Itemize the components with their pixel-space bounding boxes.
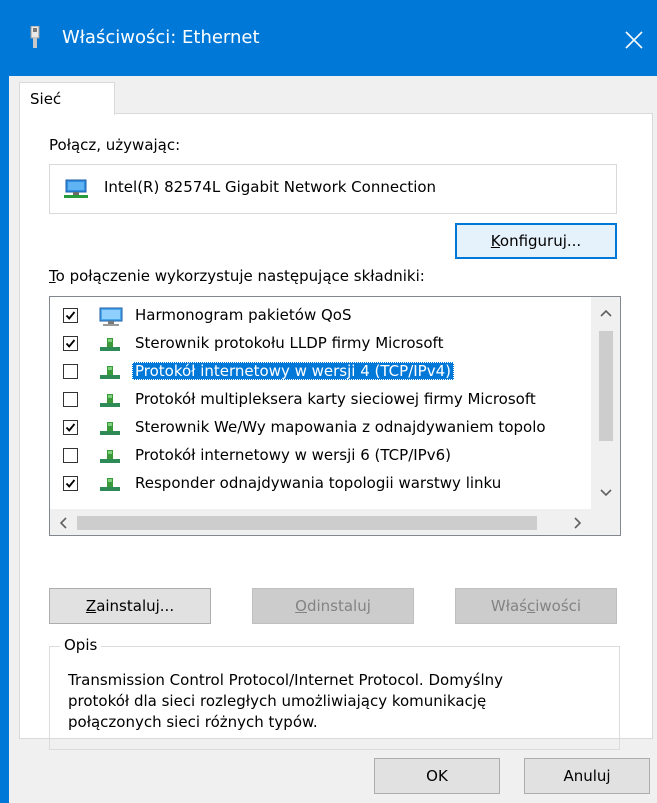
close-icon [625, 31, 643, 49]
tab-network[interactable]: Sieć [19, 82, 115, 115]
description-title: Opis [60, 636, 102, 654]
dialog-client: Sieć Połącz, używając: Intel(R) 82574L G… [9, 76, 657, 803]
window-title: Właściwości: Ethernet [62, 27, 260, 48]
component-checkbox[interactable] [63, 336, 78, 351]
window-border [0, 76, 9, 803]
adapter-box: Intel(R) 82574L Gigabit Network Connecti… [49, 164, 617, 214]
install-button[interactable]: Zainstaluj... [49, 588, 211, 624]
properties-button[interactable]: Właściwości [455, 588, 617, 624]
list-item[interactable]: Responder odnajdywania topologii warstwy… [50, 470, 590, 498]
component-checkbox[interactable] [63, 420, 78, 435]
list-item[interactable]: Sterownik protokołu LLDP firmy Microsoft [50, 330, 590, 358]
vertical-scrollbar[interactable] [591, 297, 620, 509]
adapter-name: Intel(R) 82574L Gigabit Network Connecti… [104, 178, 437, 196]
network-adapter-icon [64, 179, 88, 198]
list-item[interactable]: Protokół internetowy w wersji 4 (TCP/IPv… [50, 358, 590, 386]
component-label: Protokół internetowy w wersji 4 (TCP/IPv… [132, 362, 454, 380]
scroll-right-icon[interactable] [574, 517, 582, 529]
horizontal-scrollbar[interactable] [50, 509, 620, 535]
description-group: Opis Transmission Control Protocol/Inter… [49, 636, 620, 750]
component-checkbox[interactable] [63, 476, 78, 491]
component-checkbox[interactable] [63, 448, 78, 463]
title-bar[interactable]: Właściwości: Ethernet [0, 0, 657, 76]
qos-service-icon [98, 307, 126, 331]
component-label: Sterownik protokołu LLDP firmy Microsoft [135, 334, 444, 352]
description-line: protokół dla sieci rozległych umożliwiaj… [68, 692, 487, 710]
cancel-button[interactable]: Anuluj [524, 758, 650, 794]
component-checkbox[interactable] [63, 364, 78, 379]
components-list[interactable]: Harmonogram pakietów QoS Sterownik protok… [49, 296, 621, 536]
list-item[interactable]: Sterownik We/Wy mapowania z odnajdywanie… [50, 414, 590, 442]
scrollbar-corner [591, 509, 620, 535]
scroll-left-icon[interactable] [59, 517, 67, 529]
component-label: Responder odnajdywania topologii warstwy… [135, 474, 502, 492]
connect-using-label: Połącz, używając: [49, 136, 181, 154]
description-line: Transmission Control Protocol/Internet P… [68, 671, 504, 689]
protocol-icon [98, 475, 122, 497]
protocol-icon [98, 447, 122, 469]
protocol-icon [98, 363, 122, 385]
list-item[interactable]: Protokół multipleksera karty sieciowej f… [50, 386, 590, 414]
component-label: Sterownik We/Wy mapowania z odnajdywanie… [135, 418, 546, 436]
protocol-icon [98, 335, 122, 357]
horizontal-scroll-thumb[interactable] [77, 516, 537, 530]
component-label: Protokół internetowy w wersji 6 (TCP/IPv… [135, 446, 451, 464]
scroll-down-icon[interactable] [600, 489, 612, 497]
list-item[interactable]: Harmonogram pakietów QoS [50, 302, 590, 330]
component-checkbox[interactable] [63, 392, 78, 407]
ok-button[interactable]: OK [374, 758, 500, 794]
protocol-icon [98, 391, 122, 413]
vertical-scroll-thumb[interactable] [599, 331, 613, 441]
scroll-up-icon[interactable] [600, 309, 612, 317]
components-label: To połączenie wykorzystuje następujące s… [49, 267, 425, 285]
uninstall-button[interactable]: Odinstaluj [252, 588, 414, 624]
list-item[interactable]: Protokół internetowy w wersji 6 (TCP/IPv… [50, 442, 590, 470]
close-button[interactable] [616, 22, 652, 58]
configure-button[interactable]: Konfiguruj... [455, 223, 617, 259]
component-checkbox[interactable] [63, 308, 78, 323]
component-label: Protokół multipleksera karty sieciowej f… [135, 390, 536, 408]
component-label: Harmonogram pakietów QoS [135, 306, 352, 324]
protocol-icon [98, 419, 122, 441]
ethernet-icon [30, 26, 40, 48]
description-line: połączonych sieci różnych typów. [68, 713, 318, 731]
description-text: Transmission Control Protocol/Internet P… [68, 670, 598, 733]
tab-panel: Połącz, używając: Intel(R) 82574L Gigabi… [19, 113, 653, 750]
tab-label: Sieć [30, 90, 62, 108]
